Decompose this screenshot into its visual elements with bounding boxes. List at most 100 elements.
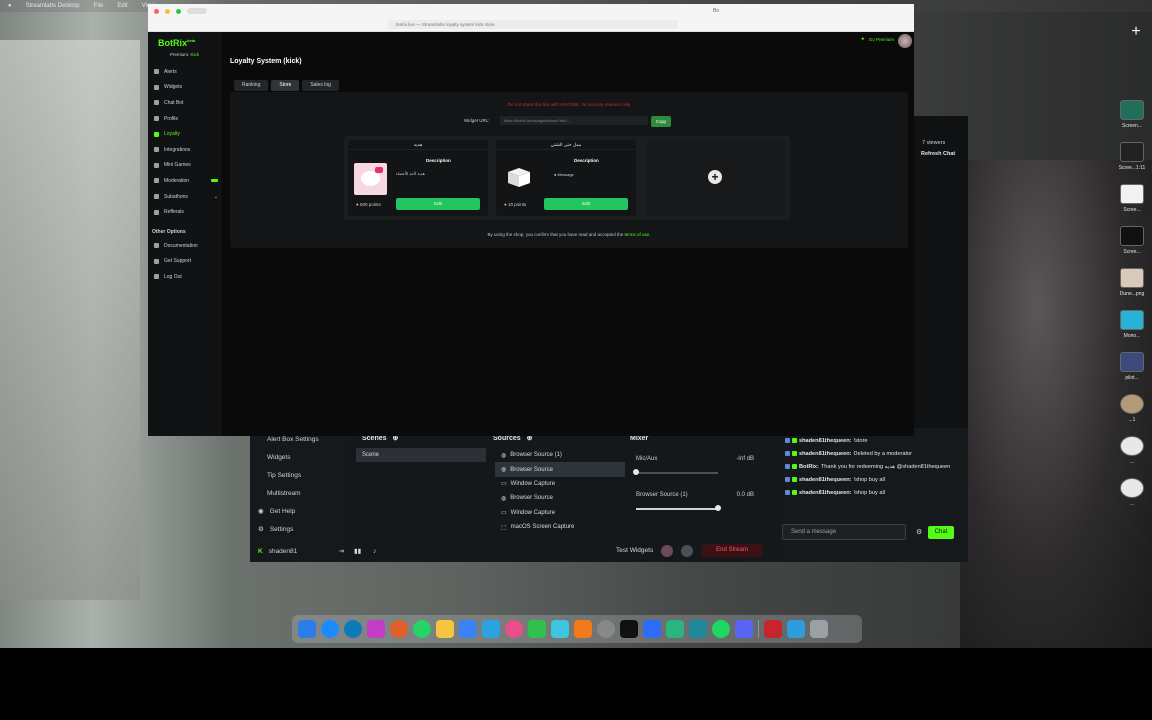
sidebar-item-chat-bot[interactable]: Chat Bot	[148, 95, 222, 111]
desktop-icon[interactable]: Screen...	[1110, 100, 1152, 142]
sidebar-item-mini-games[interactable]: Mini Games	[148, 158, 222, 174]
sidebar-item-refferals[interactable]: Refferals	[148, 204, 222, 220]
box-icon	[508, 168, 530, 187]
menu-file[interactable]: File	[94, 3, 104, 9]
source-item[interactable]: ◍ Browser Source	[495, 462, 625, 477]
sidebar-item-loyalty[interactable]: Loyalty	[148, 126, 222, 142]
logout-icon	[154, 274, 159, 280]
tab-sales-log[interactable]: Sales log	[302, 80, 339, 91]
address-bar[interactable]: botrix.live — Streamlabs loyalty system …	[388, 20, 678, 29]
sidebar-item-log-out[interactable]: Log Out	[148, 269, 222, 285]
minimize-icon[interactable]	[165, 8, 170, 14]
app-icon[interactable]	[787, 620, 805, 638]
test-widgets-button[interactable]: Test Widgets	[616, 547, 653, 554]
copy-button[interactable]: Copy	[651, 116, 671, 127]
end-stream-button[interactable]: End Stream	[702, 544, 762, 557]
avatar[interactable]	[898, 34, 912, 48]
source-item[interactable]: ◍ Browser Source	[495, 491, 625, 505]
tab-title[interactable]: Bo	[713, 8, 719, 14]
chat-input[interactable]: Send a message	[782, 524, 906, 540]
sidebar-item-alerts[interactable]: Alerts	[148, 64, 222, 80]
chat-settings-icon[interactable]: ⚙	[916, 528, 922, 536]
desktop-icon[interactable]: ...	[1110, 436, 1152, 478]
edit-item-button[interactable]: Edit	[544, 198, 628, 210]
menu-edit[interactable]: Edit	[117, 3, 127, 9]
nav-multistream[interactable]: Multistream	[250, 484, 350, 502]
plus-circle-icon[interactable]: +	[708, 170, 722, 184]
apple-icon[interactable]: ●	[8, 3, 12, 9]
chat-message: shaden81thequeen: !shop buy all	[780, 473, 968, 486]
edge-icon[interactable]	[344, 620, 362, 638]
edit-item-button[interactable]: Edit	[396, 198, 480, 210]
scene-item[interactable]: Scene	[356, 448, 486, 462]
botrix-logo[interactable]: BotRixbeta	[158, 38, 195, 48]
app-icon[interactable]	[390, 620, 408, 638]
maximize-icon[interactable]	[176, 8, 181, 14]
bell-icon[interactable]: ♪	[373, 548, 376, 555]
capcut-icon[interactable]	[620, 620, 638, 638]
source-item[interactable]: ▭ Window Capture	[495, 477, 625, 491]
sidebar-item-documentation[interactable]: Documentation	[148, 238, 222, 254]
canva-icon[interactable]	[551, 620, 569, 638]
messages-icon[interactable]	[528, 620, 546, 638]
app-icon[interactable]	[574, 620, 592, 638]
spotify-icon[interactable]	[712, 620, 730, 638]
discord-icon[interactable]	[735, 620, 753, 638]
browser-tab[interactable]	[187, 8, 207, 14]
stats-icon[interactable]: ▮▮	[354, 547, 361, 555]
chat-send-button[interactable]: Chat	[928, 526, 954, 539]
photos-icon[interactable]	[505, 620, 523, 638]
mail-icon[interactable]	[459, 620, 477, 638]
app-icon[interactable]	[367, 620, 385, 638]
source-item[interactable]: ◍ Browser Source (1)	[495, 448, 625, 462]
desktop-icon[interactable]: Scree...	[1110, 226, 1152, 268]
desktop-icon[interactable]: Mono...	[1110, 310, 1152, 352]
sidebar-item-subathons[interactable]: Subathons ⌄	[148, 189, 222, 205]
nav-widgets[interactable]: Widgets	[250, 448, 350, 466]
coin-icon: ●	[504, 202, 507, 207]
add-item-card[interactable]: +	[646, 140, 786, 216]
close-icon[interactable]	[154, 8, 159, 14]
refresh-chat-button[interactable]: Refresh Chat	[921, 151, 968, 157]
settings-icon[interactable]	[597, 620, 615, 638]
tab-ranking[interactable]: Ranking	[234, 80, 269, 91]
desktop-icon[interactable]: Scree...	[1110, 184, 1152, 226]
desktop-icon[interactable]: ...1	[1110, 394, 1152, 436]
widget-url-field[interactable]: https://botrix.live/widgets/store?bid=..…	[500, 116, 648, 125]
trash-icon[interactable]	[810, 620, 828, 638]
whatsapp-icon[interactable]	[413, 620, 431, 638]
nav-settings[interactable]: ⚙ Settings	[250, 520, 350, 538]
nav-get-help[interactable]: ◉ Get Help	[250, 502, 350, 520]
nav-tip-settings[interactable]: Tip Settings	[250, 466, 350, 484]
finder-icon[interactable]	[298, 620, 316, 638]
replay-button[interactable]	[681, 545, 693, 557]
add-desktop-icon[interactable]: +	[1128, 24, 1144, 40]
tab-store[interactable]: Store	[271, 80, 300, 91]
telegram-icon[interactable]	[482, 620, 500, 638]
source-item[interactable]: ⬚ macOS Screen Capture	[495, 520, 625, 534]
streamlabs-icon[interactable]	[666, 620, 684, 638]
mic-volume-slider[interactable]	[633, 469, 718, 475]
desktop-icon[interactable]: ...	[1110, 478, 1152, 520]
source-item[interactable]: ▭ Window Capture	[495, 506, 625, 520]
desktop-icon[interactable]: Scree...1:11	[1110, 142, 1152, 184]
go-premium-link[interactable]: ★ Go Premium	[861, 36, 894, 42]
terms-link[interactable]: terms of use.	[625, 232, 651, 237]
desktop-icon[interactable]: pilot...	[1110, 352, 1152, 394]
widget-url-label: Widget URL:	[464, 118, 490, 123]
menu-app-name[interactable]: Streamlabs Desktop	[26, 3, 80, 9]
sidebar-item-profile[interactable]: Profile	[148, 111, 222, 127]
sidebar-item-widgets[interactable]: Widgets	[148, 80, 222, 96]
sidebar-item-moderation[interactable]: Moderation	[148, 173, 222, 189]
botrix-sidebar: BotRixbeta Premium: Kick Alerts Widgets …	[148, 32, 222, 436]
safari-icon[interactable]	[321, 620, 339, 638]
sidebar-item-integrations[interactable]: Integrations	[148, 142, 222, 158]
record-button[interactable]	[661, 545, 673, 557]
app-icon[interactable]	[689, 620, 707, 638]
zoom-icon[interactable]	[643, 620, 661, 638]
desktop-icon[interactable]: Dune...png	[1110, 268, 1152, 310]
app-icon[interactable]	[764, 620, 782, 638]
notes-icon[interactable]	[436, 620, 454, 638]
browser-volume-slider[interactable]	[636, 505, 721, 511]
sidebar-item-get-support[interactable]: Get Support	[148, 254, 222, 270]
